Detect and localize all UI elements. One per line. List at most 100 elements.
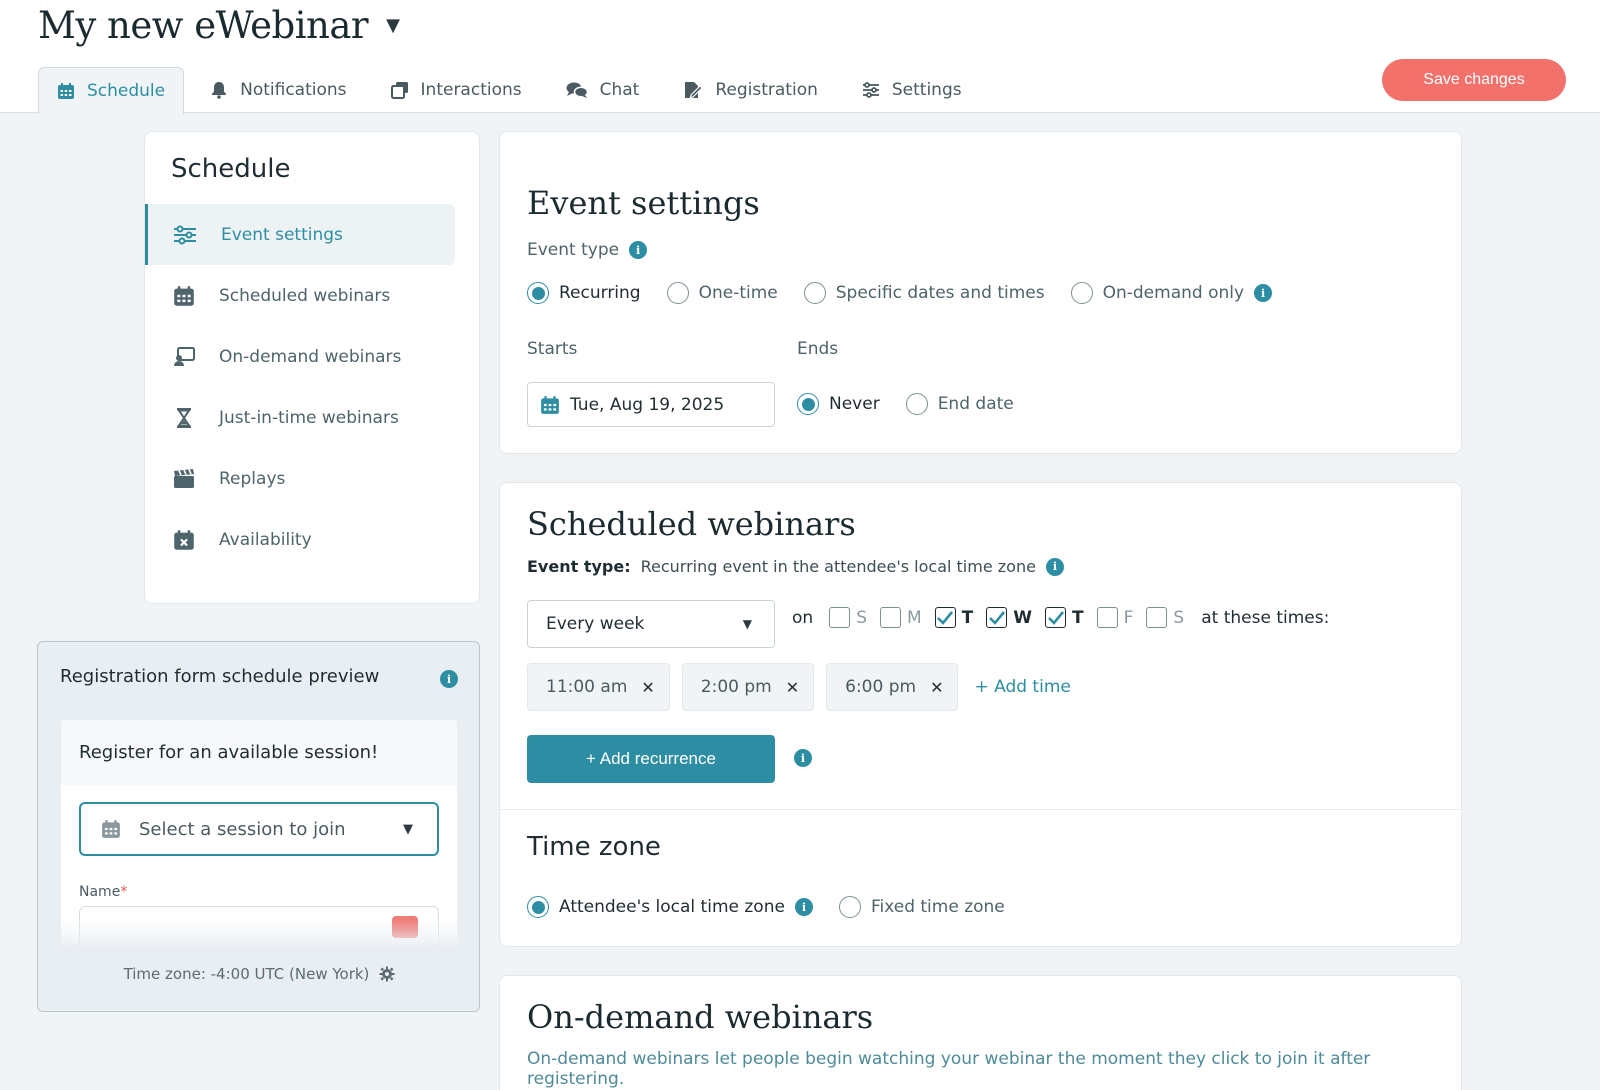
top-bar: My new eWebinar ▼ Schedule Notifications… [0, 0, 1600, 114]
radio-button[interactable] [803, 282, 826, 304]
info-icon[interactable]: i [1045, 557, 1064, 576]
tab-schedule[interactable]: Schedule [38, 67, 185, 114]
day-sunday[interactable]: S [829, 607, 867, 628]
tab-label: Notifications [240, 80, 347, 100]
webinar-title-dropdown[interactable]: My new eWebinar ▼ [38, 4, 400, 47]
start-date-value: Tue, Aug 19, 2025 [570, 394, 725, 415]
radio-button[interactable] [666, 282, 689, 304]
checkbox[interactable] [934, 607, 956, 628]
day-saturday[interactable]: S [1146, 607, 1184, 628]
calendar-icon [541, 395, 559, 414]
remove-time-icon[interactable]: ✕ [930, 678, 943, 697]
tab-interactions[interactable]: Interactions [373, 67, 540, 113]
event-type-on-demand-only[interactable]: On-demand only i [1070, 282, 1273, 304]
ends-label: Ends [797, 339, 839, 359]
event-type-specific-dates[interactable]: Specific dates and times [803, 282, 1045, 304]
info-icon[interactable]: i [794, 749, 812, 767]
preview-title: Registration form schedule preview [60, 666, 380, 687]
nav-item-availability[interactable]: Availability [145, 509, 455, 570]
preview-form: Register for an available session! Selec… [61, 720, 457, 946]
checkbox[interactable] [986, 607, 1008, 628]
start-date-input[interactable]: Tue, Aug 19, 2025 [527, 382, 775, 427]
checkbox[interactable] [1096, 607, 1118, 628]
info-icon[interactable]: i [629, 241, 648, 259]
checkbox[interactable] [879, 607, 901, 628]
time-value: 2:00 pm [700, 677, 772, 697]
event-type-prefix: Event type: [527, 557, 631, 576]
chevron-down-icon: ▼ [403, 822, 413, 837]
end-options: Never End date [797, 393, 1040, 415]
event-type-label: Event type i [527, 240, 648, 260]
day-monday[interactable]: M [879, 607, 922, 628]
end-date-option[interactable]: End date [905, 393, 1014, 415]
on-demand-description: On-demand webinars let people begin watc… [527, 1049, 1371, 1089]
radio-button[interactable] [527, 896, 549, 918]
tz-attendee-local[interactable]: Attendee's local time zone i [527, 896, 813, 918]
day-thursday[interactable]: T [1045, 607, 1084, 628]
tab-registration[interactable]: Registration [665, 67, 836, 113]
add-time-link[interactable]: + Add time [974, 677, 1070, 697]
tab-settings[interactable]: Settings [844, 67, 980, 113]
day-label: W [1013, 607, 1033, 628]
nav-item-event-settings[interactable]: Event settings [145, 204, 455, 265]
preview-timezone: Time zone: -4:00 UTC (New York) [38, 965, 481, 983]
tab-label: Registration [715, 80, 818, 100]
day-label: T [1072, 607, 1084, 628]
chevron-down-icon[interactable]: ▼ [386, 15, 400, 36]
gear-icon[interactable] [379, 966, 395, 982]
sliders-icon [174, 225, 196, 244]
event-type-value: Recurring event in the attendee's local … [640, 557, 1036, 576]
check-icon [988, 610, 1005, 625]
day-friday[interactable]: F [1096, 607, 1133, 628]
starts-label: Starts [527, 339, 578, 359]
info-icon[interactable]: i [440, 670, 458, 688]
frequency-select[interactable]: Every week ▼ [527, 600, 775, 648]
check-icon [1047, 610, 1064, 625]
checkbox[interactable] [829, 607, 851, 628]
on-demand-webinars-card: On-demand webinars On-demand webinars le… [499, 975, 1462, 1090]
radio-label: Specific dates and times [835, 283, 1045, 303]
radio-button[interactable] [838, 896, 861, 918]
info-icon[interactable]: i [1254, 284, 1273, 302]
event-type-one-time[interactable]: One-time [666, 282, 778, 304]
nav-item-just-in-time-webinars[interactable]: Just-in-time webinars [145, 387, 455, 448]
end-never[interactable]: Never [797, 393, 880, 415]
tab-label: Settings [891, 80, 962, 100]
radio-button[interactable] [905, 393, 928, 415]
webinar-title: My new eWebinar [38, 4, 369, 47]
event-type-recurring[interactable]: Recurring [527, 282, 641, 304]
frequency-value: Every week [546, 614, 645, 634]
sliders-icon [862, 82, 879, 98]
tab-chat[interactable]: Chat [548, 67, 658, 113]
calendar-icon [174, 285, 194, 306]
radio-label: On-demand only [1102, 283, 1245, 303]
day-tuesday[interactable]: T [934, 607, 974, 628]
nav-item-scheduled-webinars[interactable]: Scheduled webinars [145, 265, 455, 326]
add-recurrence-button[interactable]: + Add recurrence [527, 735, 775, 783]
weekday-selector: on S M T W T F S at these times: [792, 607, 1329, 628]
remove-time-icon[interactable]: ✕ [641, 678, 654, 697]
radio-button[interactable] [527, 282, 549, 304]
scheduled-webinars-card: Scheduled webinars Event type: Recurring… [499, 482, 1463, 947]
checkbox[interactable] [1146, 607, 1168, 628]
day-wednesday[interactable]: W [986, 607, 1032, 628]
session-select[interactable]: Select a session to join ▼ [79, 802, 439, 856]
checkbox[interactable] [1045, 607, 1067, 628]
tz-fixed[interactable]: Fixed time zone [838, 896, 1005, 918]
divider [500, 809, 1463, 810]
registration-preview: Registration form schedule preview i Reg… [37, 641, 480, 1012]
tab-notifications[interactable]: Notifications [192, 67, 364, 113]
remove-time-icon[interactable]: ✕ [786, 678, 799, 697]
event-type-label-text: Event type [527, 240, 620, 260]
info-icon[interactable]: i [794, 898, 813, 916]
time-chip: 2:00 pm ✕ [681, 663, 815, 711]
radio-button[interactable] [797, 393, 819, 415]
radio-label: End date [937, 394, 1014, 414]
clapper-icon [174, 468, 194, 488]
time-zone-options: Attendee's local time zone i Fixed time z… [527, 896, 1031, 918]
nav-item-on-demand-webinars[interactable]: On-demand webinars [145, 326, 455, 387]
nav-item-replays[interactable]: Replays [145, 448, 455, 509]
day-label: T [961, 607, 974, 628]
radio-button[interactable] [1070, 282, 1093, 304]
save-changes-button[interactable]: Save changes [1382, 59, 1566, 101]
